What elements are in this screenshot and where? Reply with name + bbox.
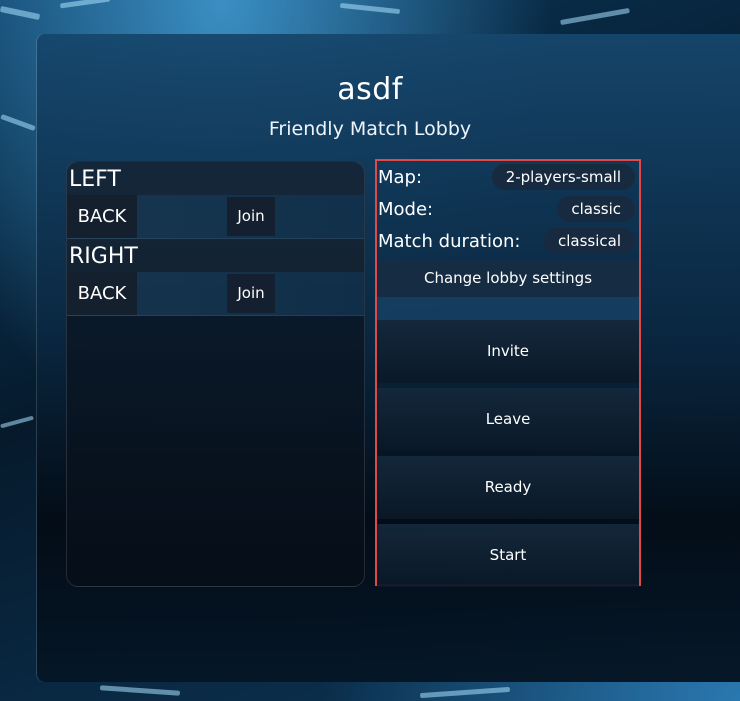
- setting-map-label: Map:: [378, 167, 423, 188]
- lobby-settings-panel: Map: 2-players-small Mode: classic Match…: [375, 159, 641, 587]
- team-left-row: BACK Join: [67, 195, 364, 239]
- background-tile: [59, 0, 111, 9]
- setting-mode: Mode: classic: [377, 193, 639, 225]
- setting-mode-label: Mode:: [378, 199, 434, 220]
- teams-panel: LEFT BACK Join RIGHT BACK Join: [66, 161, 365, 587]
- setting-mode-value: classic: [557, 196, 635, 222]
- background-tile: [339, 2, 401, 15]
- setting-duration: Match duration: classical: [377, 225, 639, 257]
- team-left-join-button[interactable]: Join: [227, 197, 275, 236]
- team-left-header: LEFT: [67, 162, 364, 195]
- team-right-join-button[interactable]: Join: [227, 274, 275, 313]
- team-right-header: RIGHT: [67, 239, 364, 272]
- background-tile: [0, 5, 41, 21]
- team-right-row: BACK Join: [67, 272, 364, 316]
- setting-duration-value: classical: [543, 228, 635, 254]
- background-tile: [560, 7, 630, 26]
- setting-map: Map: 2-players-small: [377, 161, 639, 193]
- background-tile: [419, 686, 511, 699]
- team-left-back-button[interactable]: BACK: [67, 195, 137, 238]
- change-lobby-settings-button[interactable]: Change lobby settings: [377, 259, 639, 297]
- setting-duration-label: Match duration:: [378, 231, 521, 252]
- lobby-subtitle: Friendly Match Lobby: [268, 118, 472, 140]
- team-right-back-button[interactable]: BACK: [67, 272, 137, 315]
- leave-button[interactable]: Leave: [377, 388, 639, 451]
- settings-divider: [377, 297, 639, 320]
- ready-button[interactable]: Ready: [377, 456, 639, 519]
- lobby-name: asdf: [337, 72, 403, 107]
- background-tile: [0, 415, 34, 429]
- background-tile: [99, 685, 181, 696]
- setting-map-value: 2-players-small: [491, 164, 635, 190]
- start-button[interactable]: Start: [377, 524, 639, 587]
- invite-button[interactable]: Invite: [377, 320, 639, 383]
